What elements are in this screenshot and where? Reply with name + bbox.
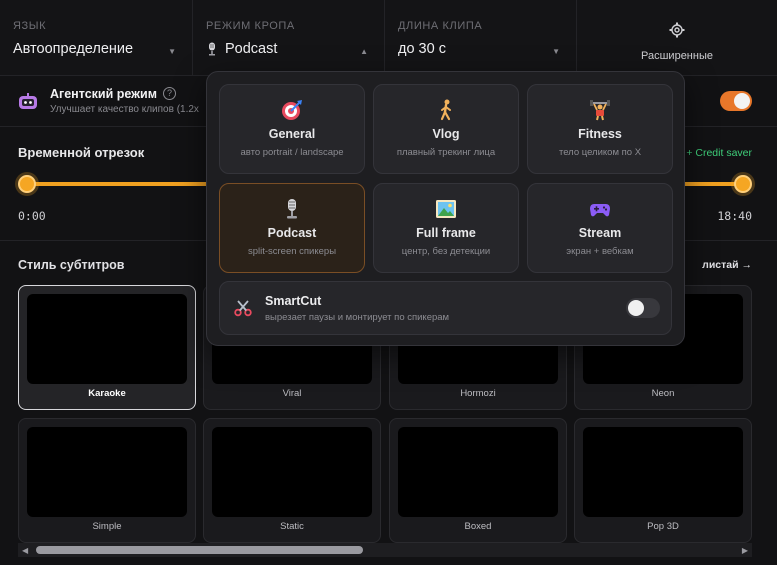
mode-title: Fitness (578, 127, 622, 141)
language-value: Автоопределение (13, 41, 134, 57)
language-label: Язык (13, 20, 47, 32)
time-segment-title: Временной отрезок (18, 145, 145, 160)
chevron-up-icon: ▲ (360, 47, 368, 56)
mode-title: Full frame (416, 226, 476, 240)
scroll-left-icon[interactable]: ◀ (22, 546, 28, 555)
style-card-static[interactable]: Static (203, 418, 381, 543)
scrollbar-thumb[interactable] (36, 546, 363, 554)
microphone-icon (209, 42, 215, 56)
browse-styles-link[interactable]: листай → (702, 259, 752, 271)
style-name: Boxed (464, 521, 492, 532)
chevron-down-icon: ▼ (168, 47, 176, 56)
mode-subtitle: авто portrait / landscape (240, 147, 344, 158)
robot-icon (19, 93, 37, 109)
crop-mode-select[interactable]: Режим кропа Podcast ▲ (193, 0, 385, 76)
crop-mode-vlog[interactable]: Vlog плавный трекинг лица (373, 84, 519, 174)
horizontal-scrollbar[interactable]: ◀ ▶ (18, 543, 752, 557)
style-name: Pop 3D (647, 521, 679, 532)
style-preview (212, 427, 372, 517)
range-start-handle[interactable] (18, 175, 36, 193)
style-preview (27, 427, 187, 517)
mode-subtitle: split-screen спикеры (247, 246, 337, 257)
language-select[interactable]: Язык Автоопределение ▼ (0, 0, 193, 76)
mode-subtitle: тело целиком по X (558, 147, 642, 158)
style-preview (27, 294, 187, 384)
range-start-time: 0:00 (18, 209, 46, 223)
style-card-karaoke[interactable]: Karaoke (18, 285, 196, 410)
advanced-label: Расширенные (641, 50, 713, 62)
crop-mode-fitness[interactable]: Fitness тело целиком по X (527, 84, 673, 174)
gamepad-icon (590, 204, 610, 217)
smartcut-title: SmartCut (265, 294, 322, 308)
style-name: Neon (651, 388, 675, 399)
mode-title: General (268, 127, 316, 141)
crop-mode-full-frame[interactable]: Full frame центр, без детекции (373, 183, 519, 273)
crop-mode-stream[interactable]: Stream экран + вебкам (527, 183, 673, 273)
style-name: Static (280, 521, 304, 532)
target-icon (282, 100, 302, 120)
crop-mode-dropdown: General авто portrait / landscape Vlog п… (206, 71, 685, 346)
style-name: Karaoke (88, 388, 126, 399)
mode-subtitle: центр, без детекции (401, 246, 491, 257)
range-end-time: 18:40 (717, 209, 752, 223)
subtitle-style-title: Стиль субтитров (18, 258, 125, 272)
mode-subtitle: экран + вебкам (566, 246, 634, 257)
style-card-simple[interactable]: Simple (18, 418, 196, 543)
weightlifter-icon (590, 100, 610, 121)
scroll-right-icon[interactable]: ▶ (742, 546, 748, 555)
credit-saver-label: + Credit saver (686, 147, 752, 159)
style-name: Hormozi (460, 388, 496, 399)
agent-mode-subtitle: Улучшает качество клипов (1.2x (50, 104, 199, 115)
help-icon[interactable]: ? (163, 87, 176, 100)
toggle-knob (734, 93, 750, 109)
style-name: Simple (92, 521, 122, 532)
smartcut-row: SmartCut вырезает паузы и монтирует по с… (219, 281, 672, 335)
crop-mode-general[interactable]: General авто portrait / landscape (219, 84, 365, 174)
smartcut-toggle[interactable] (626, 298, 660, 318)
mode-subtitle: плавный трекинг лица (396, 147, 496, 158)
style-preview (583, 427, 743, 517)
mode-title: Stream (578, 226, 622, 240)
advanced-button[interactable]: Расширенные (577, 0, 777, 76)
walking-person-icon (440, 99, 451, 121)
clip-length-select[interactable]: Длина клипа до 30 с ▼ (385, 0, 577, 76)
clip-length-value: до 30 с (398, 41, 446, 57)
mode-title: Vlog (432, 127, 460, 141)
landscape-picture-icon (436, 200, 456, 218)
crop-mode-podcast[interactable]: Podcast split-screen спикеры (219, 183, 365, 273)
gear-icon (669, 22, 685, 38)
smartcut-subtitle: вырезает паузы и монтирует по спикерам (265, 312, 450, 323)
style-name: Viral (282, 388, 302, 399)
chevron-down-icon: ▼ (552, 47, 560, 56)
crop-mode-value: Podcast (225, 41, 278, 57)
toggle-knob (628, 300, 644, 316)
agent-mode-toggle[interactable] (720, 91, 752, 111)
range-end-handle[interactable] (734, 175, 752, 193)
agent-mode-title: Агентский режим (50, 87, 157, 101)
settings-bar: Язык Автоопределение ▼ Режим кропа Podca… (0, 0, 777, 76)
clip-length-label: Длина клипа (398, 20, 483, 32)
crop-mode-value-row: Podcast (206, 41, 371, 57)
style-card-pop-3d[interactable]: Pop 3D (574, 418, 752, 543)
microphone-icon (287, 199, 297, 219)
scissors-icon (234, 300, 252, 317)
style-card-boxed[interactable]: Boxed (389, 418, 567, 543)
mode-title: Podcast (267, 226, 317, 240)
crop-mode-label: Режим кропа (206, 20, 295, 32)
style-preview (398, 427, 558, 517)
